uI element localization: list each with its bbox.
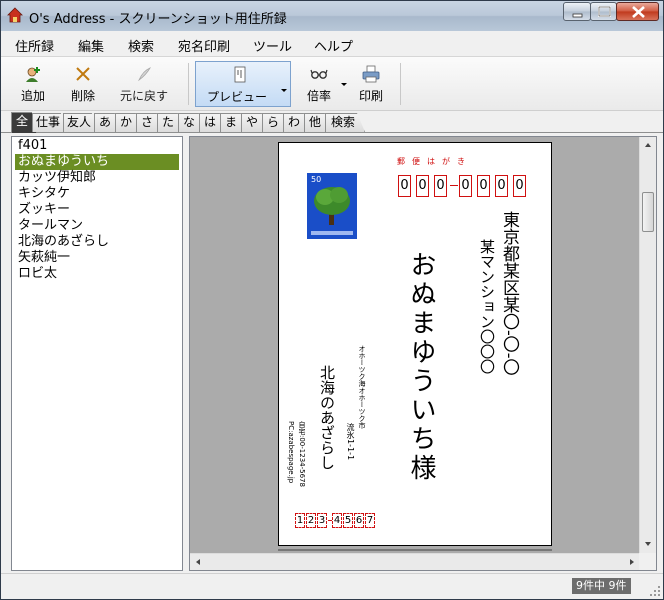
menu-tools[interactable]: ツール [253,36,292,55]
scroll-thumb[interactable] [642,192,654,232]
add-button[interactable]: 追加 [11,61,55,107]
sender-pc: PC:azabespage.jp [287,421,295,484]
zoom-dropdown-icon[interactable] [341,83,347,86]
sender-zip-digit: 2 [306,513,316,528]
zoom-button[interactable]: 倍率 [299,61,339,107]
toolbar-separator [400,63,401,105]
menu-search[interactable]: 検索 [128,36,154,55]
recipient-zip-digit: 0 [477,175,490,197]
zip-dash [450,185,458,186]
delete-label: 削除 [70,89,95,103]
sender-zip-digit: 6 [354,513,364,528]
menu-bar: 住所録 編集 検索 宛名印刷 ツール ヘルプ [1,31,663,57]
add-person-icon [26,67,40,82]
maximize-icon [598,6,611,17]
minimize-button[interactable] [563,2,591,21]
recipient-zip-digit: 0 [398,175,411,197]
sender-zip-dash [328,520,332,521]
list-header: f401 [18,138,48,153]
recipient-address-line2: 某マンション〇〇〇 [478,239,496,374]
stamp-image: 50 [307,173,357,239]
undo-button[interactable]: 元に戻す [113,61,175,107]
postcard-heading: 郵便はがき [397,157,472,166]
resize-grip-icon[interactable] [649,585,661,597]
maximize-button[interactable] [590,2,617,21]
sender-zip-digit: 3 [317,513,327,528]
scroll-down-icon[interactable] [645,542,651,546]
recipient-name: おぬまゆういち様 [406,251,436,483]
delete-x-icon [76,67,90,81]
recipient-address-line1: 東京都某区某〇-〇-〇 [499,211,519,376]
house-icon [7,7,23,23]
horizontal-scrollbar[interactable] [190,553,640,570]
vertical-scrollbar[interactable] [639,137,656,553]
toolbar-separator [188,63,189,105]
zoom-label: 倍率 [306,89,331,103]
sender-address-line2: 流氷1-1-1 [346,423,355,461]
scroll-corner [639,553,656,570]
delete-button[interactable]: 削除 [61,61,105,107]
list-item[interactable]: 矢萩純一 [15,250,179,266]
list-item[interactable]: ロビ太 [15,266,179,282]
scroll-left-icon[interactable] [196,559,200,565]
recipient-zip-digit: 0 [513,175,526,197]
close-icon [632,6,645,18]
preview-dropdown-icon[interactable] [281,89,287,92]
print-label: 印刷 [358,89,383,103]
recipient-zip-digit: 0 [434,175,447,197]
list-item[interactable]: ズッキー [15,202,179,218]
address-list[interactable]: f401 おぬまゆういち カッツ伊知郎 キシタケ ズッキー タールマン 北海のあ… [11,136,183,571]
app-window: O's Address - スクリーンショット用住所録 住所録 編集 検索 宛名… [0,0,664,600]
tree-icon [311,187,353,235]
printer-icon [362,65,380,83]
list-item[interactable]: キシタケ [15,186,179,202]
undo-label: 元に戻す [119,89,168,103]
list-item[interactable]: カッツ伊知郎 [15,170,179,186]
close-button[interactable] [616,2,659,21]
preview-page-icon [234,66,246,83]
sender-zip-digit: 5 [343,513,353,528]
sender-zip-digit: 4 [332,513,342,528]
preview-button[interactable]: プレビュー [195,61,291,107]
index-tab-bar: 全 仕事 友人 あ か さ た な は ま や ら わ 他 検索 [1,111,663,133]
postcard-preview-area: 郵便はがき 50 0 0 0 0 0 0 0 東京都某区某〇-〇-〇 某マンショ… [189,136,657,571]
list-item[interactable]: おぬまゆういち [15,154,179,170]
list-item[interactable]: 北海のあざらし [15,234,179,250]
toolbar: 追加 削除 元に戻す プレビュー 倍率 印刷 [1,57,663,111]
menu-address-book[interactable]: 住所録 [15,36,54,55]
print-button[interactable]: 印刷 [351,61,391,107]
menu-help[interactable]: ヘルプ [314,36,353,55]
sender-zip-digit: 1 [295,513,305,528]
undo-feather-icon [138,67,151,82]
recipient-zip-digit: 0 [459,175,472,197]
scroll-up-icon[interactable] [645,143,651,147]
scroll-right-icon[interactable] [630,559,634,565]
recipient-zip-digit: 0 [416,175,429,197]
glasses-icon [310,69,328,79]
minimize-icon [572,13,583,18]
postcard: 郵便はがき 50 0 0 0 0 0 0 0 東京都某区某〇-〇-〇 某マンショ… [278,142,552,546]
sender-zip-digit: 7 [365,513,375,528]
add-label: 追加 [20,89,45,103]
recipient-zip-digit: 0 [495,175,508,197]
sender-tel: 自宅:00-1234-5678 [298,421,306,487]
title-bar[interactable]: O's Address - スクリーンショット用住所録 [1,1,663,31]
window-title: O's Address - スクリーンショット用住所録 [29,12,287,27]
preview-label: プレビュー [206,90,267,104]
record-count: 9件中 9件 [572,578,631,594]
menu-edit[interactable]: 編集 [78,36,104,55]
sender-address-line1: オホーツク海オホーツク市 [358,345,366,429]
postcard-shadow [278,549,552,551]
status-bar: 9件中 9件 [1,573,663,599]
list-item[interactable]: タールマン [15,218,179,234]
tab-friends[interactable]: 友人 [63,113,99,132]
tab-work[interactable]: 仕事 [32,113,68,132]
menu-label-print[interactable]: 宛名印刷 [178,36,230,55]
sender-name: 北海のあざらし [318,365,336,470]
tab-search[interactable]: 検索 [325,113,365,132]
